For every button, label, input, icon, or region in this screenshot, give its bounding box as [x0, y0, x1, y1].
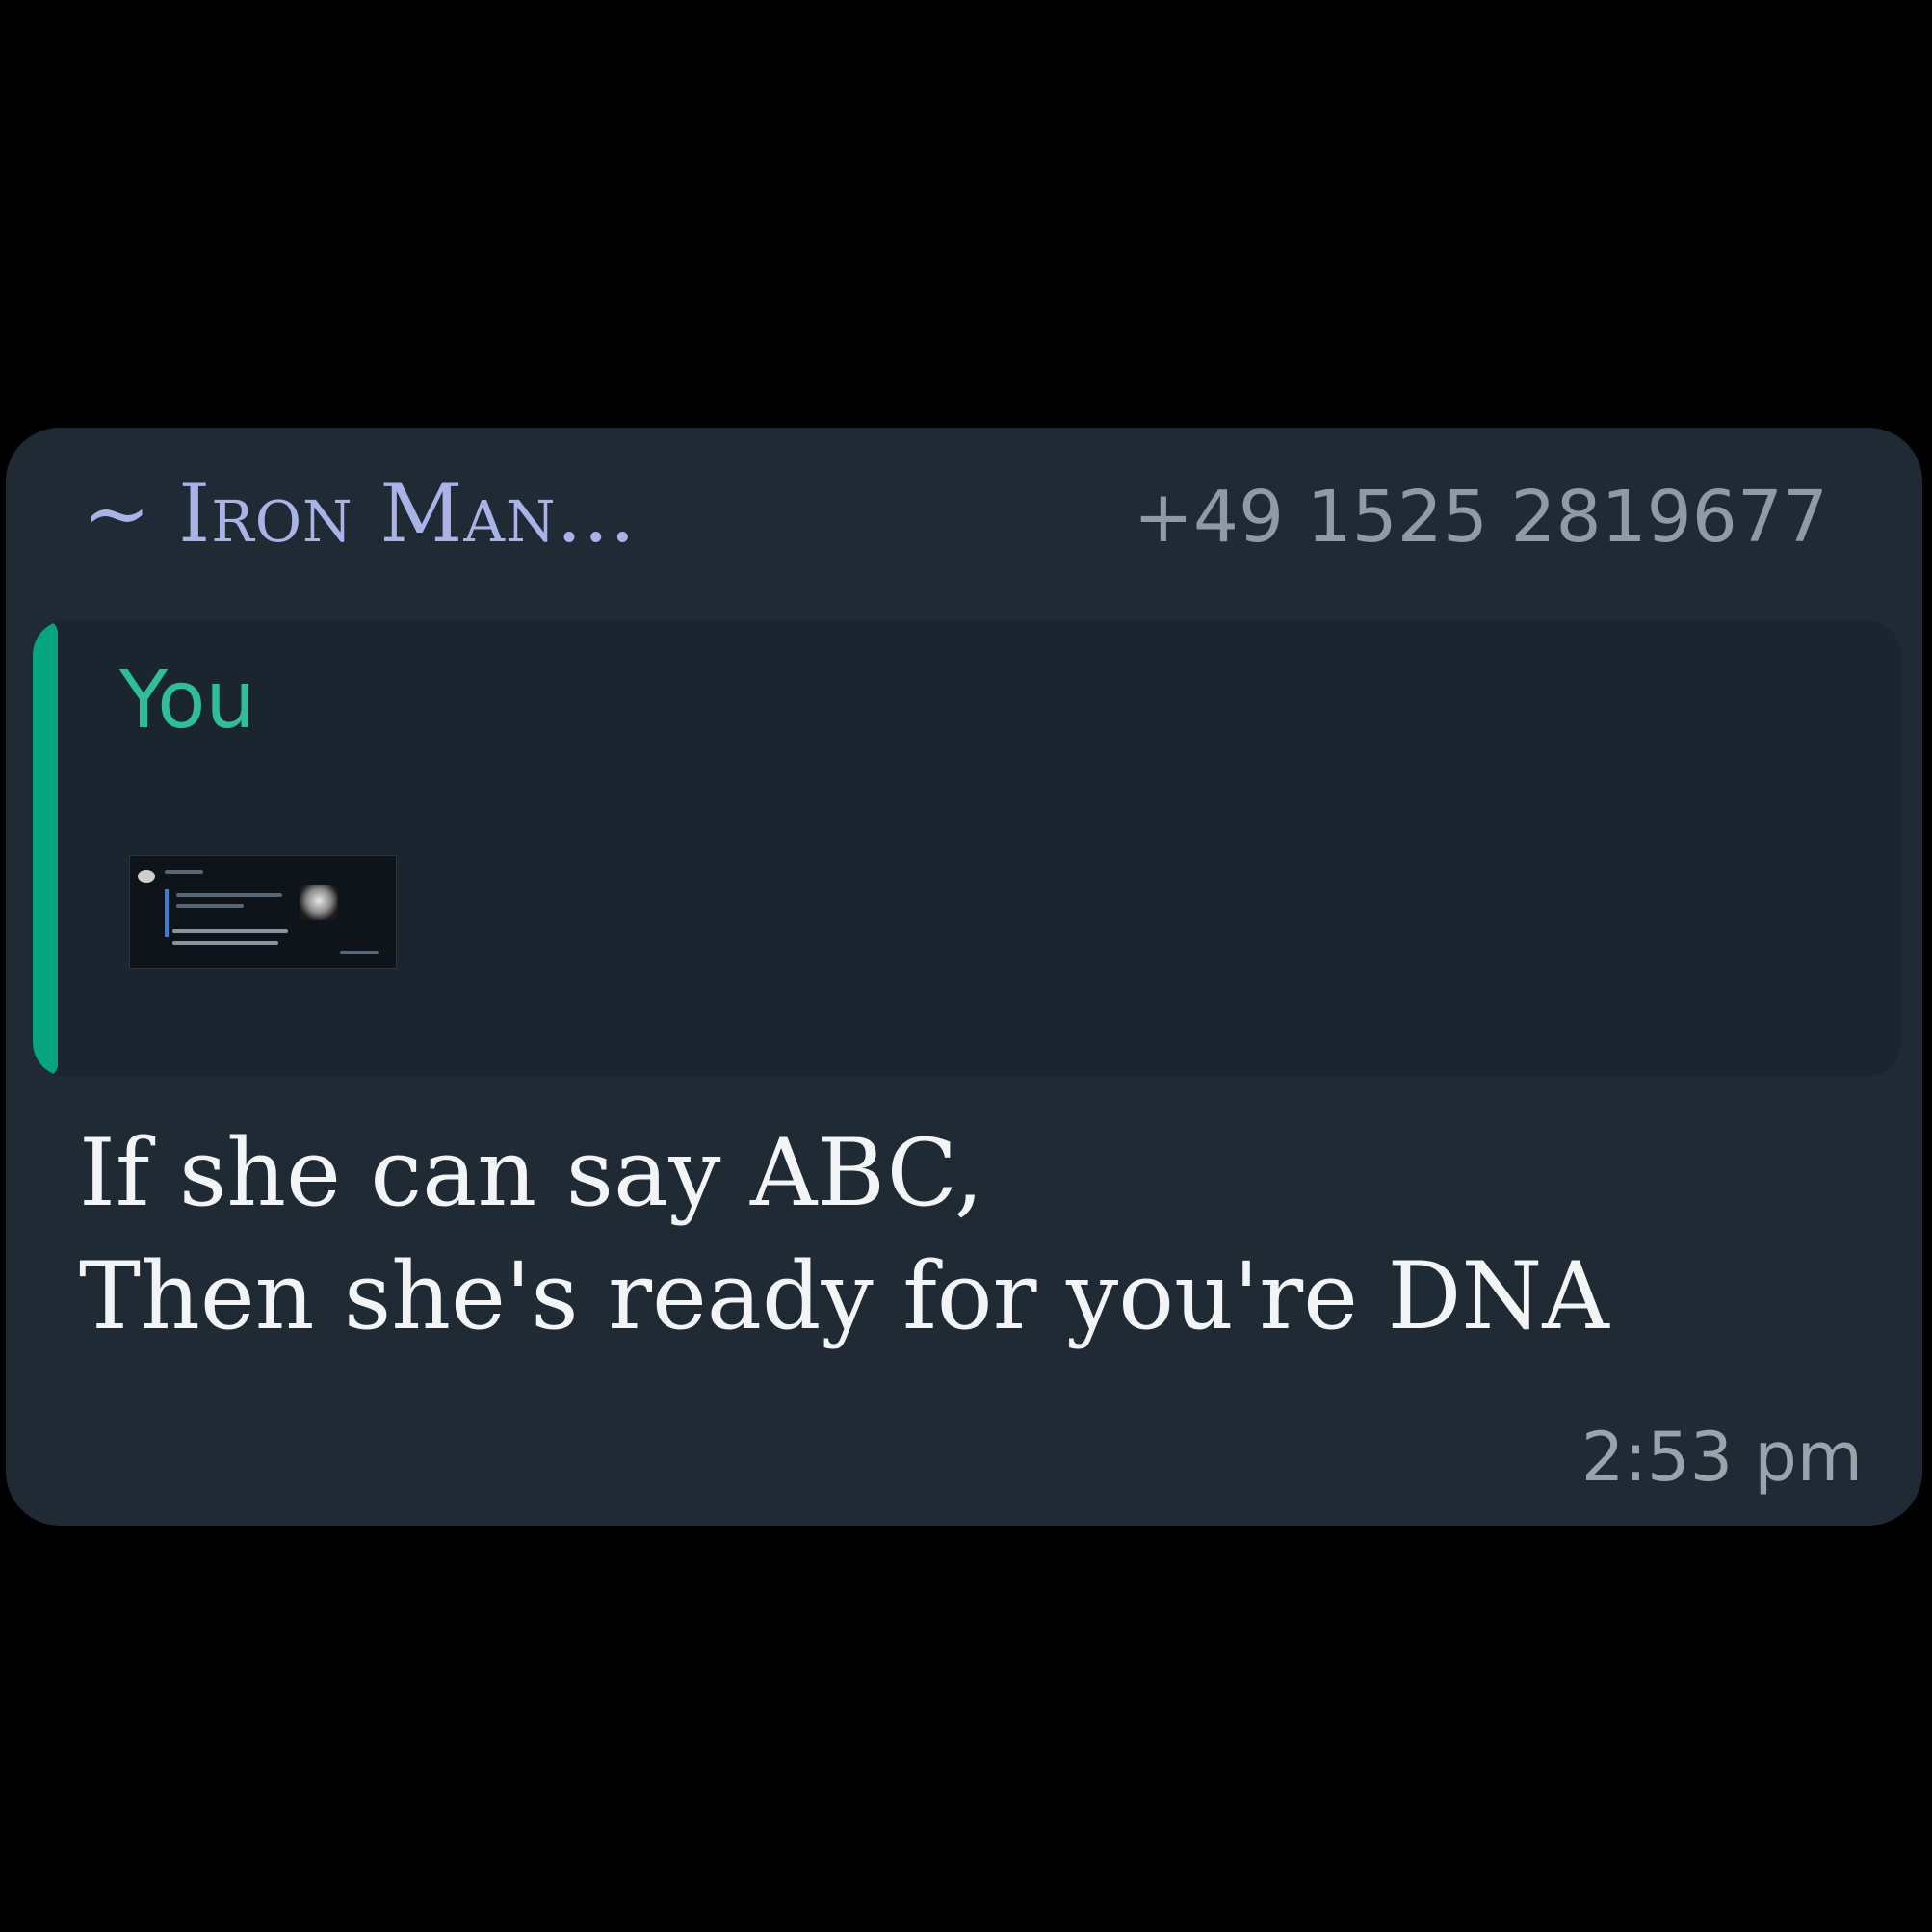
chat-screen: ~ Iron Man... +49 1525 2819677 You If sh…	[0, 0, 1932, 1932]
message-timestamp: 2:53 pm	[1580, 1418, 1863, 1497]
message-text: If she can say ABC, Then she's ready for…	[79, 1119, 1609, 1350]
sender-phone[interactable]: +49 1525 2819677	[1134, 476, 1828, 559]
quote-accent-bar	[33, 620, 58, 1077]
thumbnail-line	[176, 904, 244, 908]
thumbnail-line	[340, 951, 379, 954]
thumbnail-avatar	[138, 870, 155, 883]
quoted-message[interactable]: You	[33, 620, 1901, 1077]
thumbnail-line	[172, 929, 288, 933]
image-thumbnail-icon[interactable]	[129, 855, 397, 969]
message-bubble[interactable]: ~ Iron Man... +49 1525 2819677 You If sh…	[6, 428, 1922, 1526]
quoted-author: You	[119, 655, 256, 746]
thumbnail-line	[172, 941, 278, 945]
sender-header: ~ Iron Man... +49 1525 2819677	[6, 428, 1922, 582]
thumbnail-line	[176, 893, 282, 897]
thumbnail-line	[165, 870, 203, 874]
thumbnail-quote-bar	[165, 889, 169, 937]
thumbnail-picture	[300, 885, 338, 920]
sender-name[interactable]: ~ Iron Man...	[83, 466, 637, 561]
